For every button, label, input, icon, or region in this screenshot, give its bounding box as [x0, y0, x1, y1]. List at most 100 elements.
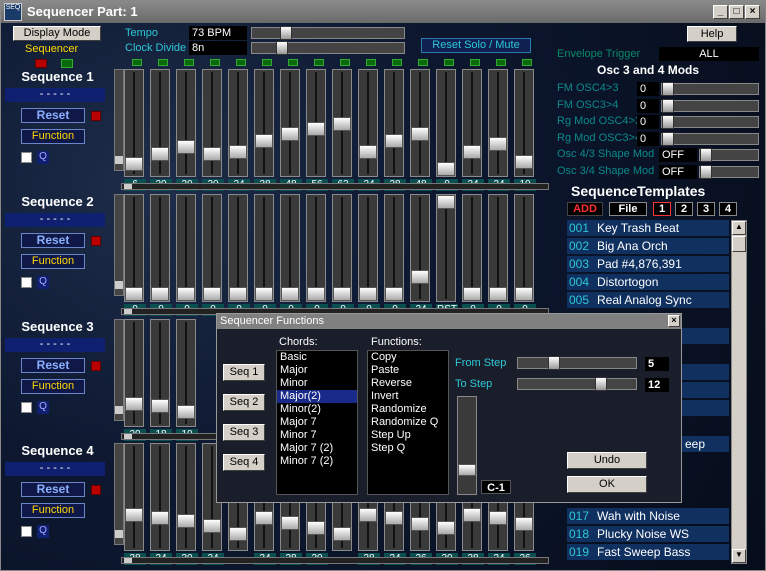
template-item[interactable]: 004 Distortogon [567, 274, 729, 290]
step-fader-knob[interactable] [255, 287, 273, 301]
maximize-icon[interactable]: □ [729, 5, 744, 19]
sequence-reset-button[interactable]: Reset [21, 358, 85, 373]
chord-item[interactable]: Minor [277, 377, 357, 390]
step-fader[interactable] [176, 194, 196, 302]
osc-mod-slider-knob[interactable] [700, 148, 712, 162]
step-fader-knob[interactable] [229, 526, 247, 541]
step-fader[interactable] [202, 69, 222, 177]
function-item[interactable]: Randomize Q [368, 416, 448, 429]
sequence-function-button[interactable]: Function [21, 254, 85, 269]
step-fader-knob[interactable] [177, 404, 195, 419]
step-fader[interactable] [384, 194, 404, 302]
functions-list[interactable]: Copy Paste Reverse Invert Randomize Randomize… [367, 350, 449, 495]
chord-item[interactable]: Minor 7 (2) [277, 455, 357, 468]
sequence-q-checkbox[interactable] [21, 152, 32, 163]
step-fader-knob[interactable] [359, 144, 377, 159]
help-button[interactable]: Help [687, 26, 737, 42]
sequence-master-slider[interactable] [114, 319, 124, 421]
step-fader[interactable] [462, 194, 482, 302]
step-fader-knob[interactable] [333, 287, 351, 301]
step-fader[interactable] [410, 194, 430, 302]
step-fader[interactable] [176, 443, 196, 551]
tempo-slider-knob[interactable] [280, 26, 292, 40]
step-fader-knob[interactable] [411, 516, 429, 531]
step-led[interactable] [132, 59, 142, 66]
dialog-seq-button[interactable]: Seq 3 [223, 424, 265, 441]
sequence-name-display[interactable]: - - - - - [5, 462, 105, 476]
chord-item[interactable]: Minor 7 [277, 429, 357, 442]
step-fader-knob[interactable] [307, 521, 325, 536]
sequence-led[interactable] [91, 485, 101, 495]
template-item[interactable]: 017 Wah with Noise [567, 508, 729, 524]
template-item[interactable]: 005 Real Analog Sync [567, 292, 729, 308]
step-fader-knob[interactable] [151, 399, 169, 414]
step-led[interactable] [236, 59, 246, 66]
step-fader[interactable] [150, 69, 170, 177]
osc-mod-value[interactable]: OFF [659, 148, 697, 162]
sequence-led[interactable] [91, 236, 101, 246]
step-led[interactable] [496, 59, 506, 66]
step-fader[interactable] [202, 194, 222, 302]
sequence-scrollbar[interactable] [121, 183, 549, 190]
sequence-master-knob[interactable] [115, 530, 123, 538]
sequence-function-button[interactable]: Function [21, 503, 85, 518]
from-step-knob[interactable] [548, 356, 560, 370]
osc-mod-slider[interactable] [661, 98, 759, 113]
step-fader[interactable] [124, 194, 144, 302]
step-fader[interactable] [150, 443, 170, 551]
envelope-trigger-value[interactable]: ALL [659, 47, 759, 61]
function-item[interactable]: Reverse [368, 377, 448, 390]
clock-divide-slider[interactable] [251, 41, 405, 55]
step-fader[interactable] [436, 194, 456, 302]
chord-item[interactable]: Basic [277, 351, 357, 364]
step-led[interactable] [262, 59, 272, 66]
osc-mod-slider-knob[interactable] [662, 82, 674, 96]
step-led[interactable] [288, 59, 298, 66]
step-led[interactable] [392, 59, 402, 66]
step-fader[interactable] [488, 194, 508, 302]
osc-mod-slider-knob[interactable] [662, 131, 674, 146]
sequence-master-slider[interactable] [114, 194, 124, 296]
step-fader-knob[interactable] [177, 513, 195, 528]
sequence-master-knob[interactable] [115, 406, 123, 414]
to-step-knob[interactable] [595, 377, 607, 391]
step-fader-knob[interactable] [203, 287, 221, 301]
step-fader[interactable] [254, 69, 274, 177]
template-add-button[interactable]: ADD [567, 202, 603, 216]
sequence-led[interactable] [91, 361, 101, 371]
step-fader[interactable] [254, 194, 274, 302]
step-fader-knob[interactable] [385, 511, 403, 526]
template-item[interactable]: 019 Fast Sweep Bass [567, 544, 729, 560]
step-fader-knob[interactable] [359, 287, 377, 301]
function-item[interactable]: Copy [368, 351, 448, 364]
chord-item[interactable]: Minor(2) [277, 403, 357, 416]
step-fader[interactable] [228, 194, 248, 302]
function-item[interactable]: Invert [368, 390, 448, 403]
step-fader-knob[interactable] [333, 116, 351, 131]
step-fader-knob[interactable] [385, 134, 403, 149]
step-fader-knob[interactable] [307, 121, 325, 136]
step-fader-knob[interactable] [489, 511, 507, 526]
dialog-seq-button[interactable]: Seq 1 [223, 364, 265, 381]
sequence-q-checkbox[interactable] [21, 402, 32, 413]
function-item[interactable]: Randomize [368, 403, 448, 416]
step-fader-knob[interactable] [515, 287, 533, 301]
osc-mod-value[interactable]: 0 [637, 98, 659, 113]
chord-item[interactable]: Major 7 [277, 416, 357, 429]
sequence-name-display[interactable]: - - - - - [5, 338, 105, 352]
step-led[interactable] [470, 59, 480, 66]
step-fader-knob[interactable] [255, 134, 273, 149]
step-fader[interactable] [436, 69, 456, 177]
step-fader[interactable] [514, 69, 534, 177]
sequence-reset-button[interactable]: Reset [21, 233, 85, 248]
step-fader-knob[interactable] [255, 511, 273, 526]
sequence-master-slider[interactable] [114, 69, 124, 171]
step-led[interactable] [184, 59, 194, 66]
step-fader-knob[interactable] [463, 144, 481, 159]
step-fader-knob[interactable] [125, 157, 143, 172]
close-icon[interactable]: × [745, 5, 760, 19]
step-led[interactable] [366, 59, 376, 66]
step-fader-knob[interactable] [463, 287, 481, 301]
step-led[interactable] [522, 59, 532, 66]
title-bar[interactable]: SEQ Sequencer Part: 1 _ □ × [1, 1, 765, 23]
